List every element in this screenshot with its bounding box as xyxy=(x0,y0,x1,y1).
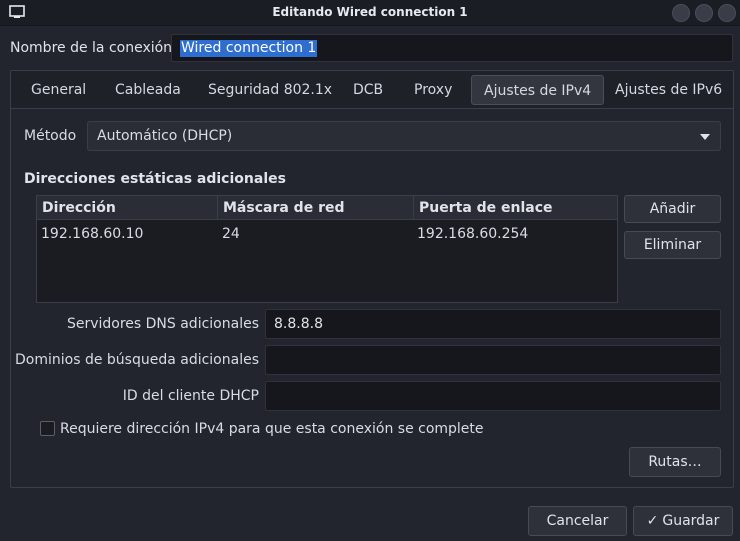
column-gateway[interactable]: Puerta de enlace xyxy=(413,196,617,220)
require-ipv4-label[interactable]: Requiere dirección IPv4 para que esta co… xyxy=(60,421,484,437)
method-value: Automático (DHCP) xyxy=(97,128,233,144)
method-select[interactable]: Automático (DHCP) xyxy=(87,121,721,151)
routes-button[interactable]: Rutas… xyxy=(629,447,721,477)
connection-name-label: Nombre de la conexión xyxy=(10,40,173,56)
remove-address-button[interactable]: Eliminar xyxy=(624,231,721,259)
tab-cableada[interactable]: Cableada xyxy=(103,75,193,105)
tab-bar: General Cableada Seguridad 802.1x DCB Pr… xyxy=(11,71,733,109)
tab-ipv6-settings[interactable]: Ajustes de IPv6 xyxy=(603,75,734,105)
minimize-button[interactable] xyxy=(672,4,690,22)
window-title: Editando Wired connection 1 xyxy=(272,5,468,19)
title-bar: Editando Wired connection 1 xyxy=(0,0,740,26)
close-button[interactable] xyxy=(718,4,736,22)
method-label: Método xyxy=(24,128,77,144)
tab-ipv4-settings[interactable]: Ajustes de IPv4 xyxy=(471,75,605,105)
checkmark-icon: ✓ xyxy=(646,513,659,529)
dns-label: Servidores DNS adicionales xyxy=(66,316,259,332)
tab-proxy[interactable]: Proxy xyxy=(402,75,464,105)
chevron-down-icon xyxy=(700,134,710,140)
dhcp-client-id-label: ID del cliente DHCP xyxy=(122,388,259,404)
dhcp-client-id-input[interactable] xyxy=(265,381,721,411)
cell-netmask: 24 xyxy=(222,226,240,242)
search-domains-input[interactable] xyxy=(265,345,721,375)
column-netmask[interactable]: Máscara de red xyxy=(217,196,413,220)
addresses-table[interactable]: Dirección Máscara de red Puerta de enlac… xyxy=(36,195,618,303)
connection-name-input[interactable]: Wired connection 1 xyxy=(171,34,733,62)
cell-address: 192.168.60.10 xyxy=(41,226,144,242)
search-domains-label: Dominios de búsqueda adicionales xyxy=(15,352,259,368)
save-button[interactable]: ✓ Guardar xyxy=(633,506,733,536)
dns-input[interactable]: 8.8.8.8 xyxy=(265,309,721,339)
table-header: Dirección Máscara de red Puerta de enlac… xyxy=(37,196,617,220)
dns-value: 8.8.8.8 xyxy=(274,316,323,332)
cell-gateway: 192.168.60.254 xyxy=(417,226,529,242)
tab-security-8021x[interactable]: Seguridad 802.1x xyxy=(196,75,344,105)
cancel-button[interactable]: Cancelar xyxy=(528,506,627,536)
maximize-button[interactable] xyxy=(695,4,713,22)
static-addresses-title: Direcciones estáticas adicionales xyxy=(24,171,286,187)
tab-dcb[interactable]: DCB xyxy=(341,75,395,105)
connection-name-value: Wired connection 1 xyxy=(180,40,318,57)
add-address-button[interactable]: Añadir xyxy=(624,195,721,223)
column-address[interactable]: Dirección xyxy=(37,196,217,220)
save-button-label: Guardar xyxy=(662,513,720,529)
tab-general[interactable]: General xyxy=(19,75,98,105)
settings-frame: General Cableada Seguridad 802.1x DCB Pr… xyxy=(10,70,734,488)
require-ipv4-checkbox[interactable] xyxy=(40,421,55,436)
